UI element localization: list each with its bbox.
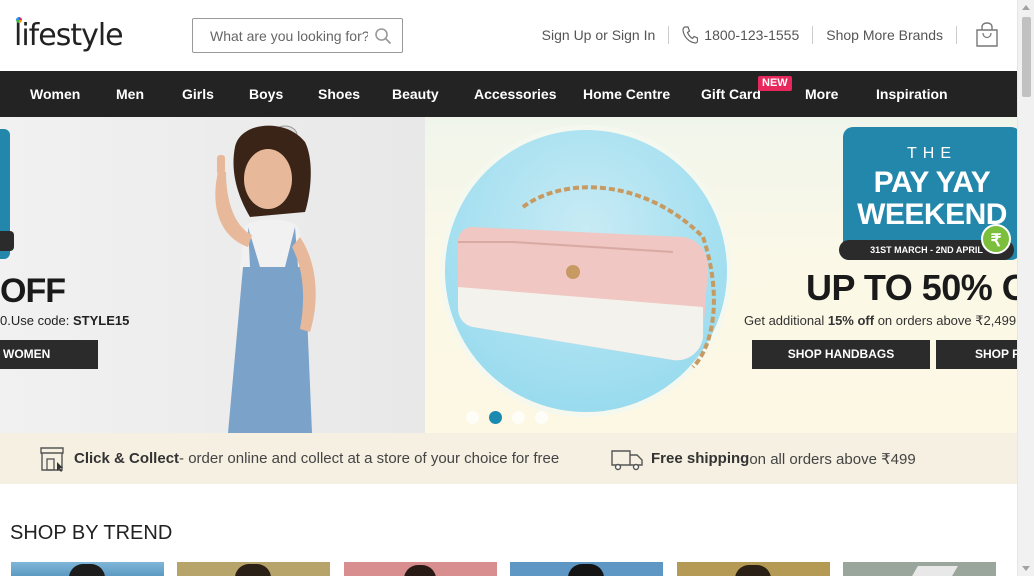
offer-prefix: Get additional	[744, 313, 828, 328]
gift-card-label: Gift Card	[701, 86, 761, 102]
promo-code-prefix: 0.Use code:	[0, 313, 73, 328]
board-title: PAY YAY WEEKEND	[843, 167, 1017, 231]
nav-item-more[interactable]: More	[805, 71, 838, 117]
slide-women[interactable]: OFF 0.Use code: STYLE15 WOMEN	[0, 117, 425, 433]
carousel-dot[interactable]	[535, 411, 548, 424]
free-shipping-text: on all orders above ₹499	[749, 450, 916, 468]
site-header: lifestyle Sign Up or Sign In 1800-123-15…	[0, 0, 1017, 71]
free-shipping-info: Free shipping on all orders above ₹499	[611, 433, 916, 484]
main-nav: Women Men Girls Boys Shoes Beauty Access…	[0, 71, 1017, 117]
trend-thumbnail[interactable]	[344, 562, 497, 576]
offer-suffix: on orders above ₹2,499	[874, 313, 1017, 328]
logo[interactable]: lifestyle	[14, 18, 124, 53]
carousel-dot[interactable]	[466, 411, 479, 424]
shop-by-trend-heading: SHOP BY TREND	[10, 522, 173, 544]
carousel-dots	[466, 411, 548, 424]
board-the-text: THE	[907, 145, 957, 162]
phone-number: 1800-123-1555	[704, 27, 800, 43]
phone-icon	[682, 26, 699, 44]
board-title-line1: PAY YAY	[873, 166, 991, 199]
search-input[interactable]	[193, 19, 368, 52]
signin-link[interactable]: Sign Up or Sign In	[529, 26, 670, 44]
page: lifestyle Sign Up or Sign In 1800-123-15…	[0, 0, 1034, 576]
phone-link[interactable]: 1800-123-1555	[669, 26, 814, 44]
promo-tag-band	[0, 231, 14, 251]
nav-item-women[interactable]: Women	[30, 71, 80, 117]
shop-handbags-button[interactable]: SHOP HANDBAGS	[752, 340, 930, 369]
trend-thumbnail[interactable]	[843, 562, 996, 576]
hero-carousel[interactable]: OFF 0.Use code: STYLE15 WOMEN THE PAY YA…	[0, 117, 1017, 433]
trend-thumbnail[interactable]	[11, 562, 164, 576]
free-shipping-title: Free shipping	[651, 450, 750, 467]
trend-thumbnail[interactable]	[177, 562, 330, 576]
search-icon[interactable]	[374, 27, 392, 45]
nav-item-men[interactable]: Men	[116, 71, 144, 117]
trend-thumbnail[interactable]	[510, 562, 663, 576]
new-badge: NEW	[758, 76, 792, 91]
handbag-image	[458, 185, 716, 369]
shopping-bag-icon[interactable]	[975, 22, 999, 48]
rupee-coin-icon: ₹	[981, 224, 1011, 254]
trend-thumbnail[interactable]	[677, 562, 830, 576]
nav-item-gift-card[interactable]: Gift Card NEW	[701, 71, 792, 117]
benefits-strip: Click & Collect - order online and colle…	[0, 433, 1017, 484]
discount-headline: UP TO 50% O	[806, 267, 1017, 308]
search-box	[192, 18, 403, 53]
carousel-dot-active[interactable]	[489, 411, 502, 424]
nav-item-accessories[interactable]: Accessories	[474, 71, 557, 117]
shop-women-button[interactable]: WOMEN	[0, 340, 98, 369]
logo-dot-icon	[16, 17, 22, 23]
click-collect-info: Click & Collect - order online and colle…	[38, 433, 559, 484]
slide-headline: OFF	[0, 272, 66, 310]
nav-item-inspiration[interactable]: Inspiration	[876, 71, 948, 117]
click-collect-text: - order online and collect at a store of…	[179, 450, 560, 467]
click-collect-title: Click & Collect	[74, 450, 180, 467]
scroll-up-icon[interactable]	[1022, 5, 1030, 10]
page-content: lifestyle Sign Up or Sign In 1800-123-15…	[0, 0, 1017, 576]
model-photo	[215, 125, 316, 433]
carousel-dot[interactable]	[512, 411, 525, 424]
scroll-down-icon[interactable]	[1022, 566, 1030, 571]
slide-handbags[interactable]: THE PAY YAY WEEKEND 31ST MARCH - 2ND APR…	[425, 117, 1017, 433]
scrollbar-thumb[interactable]	[1022, 17, 1031, 97]
additional-offer-text: Get additional 15% off on orders above ₹…	[744, 313, 1016, 329]
nav-item-beauty[interactable]: Beauty	[392, 71, 439, 117]
nav-item-home-centre[interactable]: Home Centre	[583, 71, 670, 117]
more-brands-link[interactable]: Shop More Brands	[813, 26, 957, 44]
nav-item-boys[interactable]: Boys	[249, 71, 283, 117]
nav-item-girls[interactable]: Girls	[182, 71, 214, 117]
page-scrollbar[interactable]	[1017, 0, 1034, 576]
nav-item-shoes[interactable]: Shoes	[318, 71, 360, 117]
store-icon	[40, 446, 64, 472]
truck-icon	[611, 449, 643, 470]
shop-second-button[interactable]: SHOP F	[936, 340, 1017, 369]
offer-percent: 15% off	[827, 313, 875, 328]
header-links: Sign Up or Sign In 1800-123-1555 Shop Mo…	[529, 22, 999, 48]
